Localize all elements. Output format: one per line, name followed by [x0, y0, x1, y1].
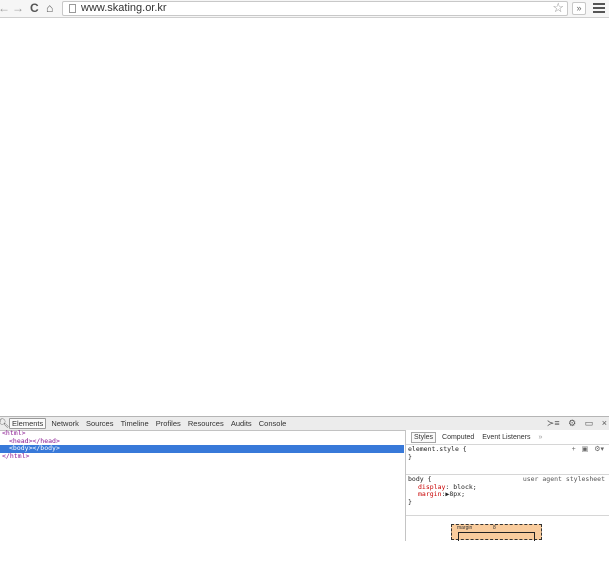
- element-state-icon[interactable]: ▣: [582, 446, 589, 453]
- devtools-toolbar-icons: ≻≡ ⚙ ▭ ×: [541, 417, 607, 430]
- tab-elements[interactable]: Elements: [9, 418, 47, 429]
- address-bar[interactable]: www.skating.or.kr ☆: [62, 1, 568, 16]
- tab-event-listeners[interactable]: Event Listeners: [480, 430, 532, 445]
- hamburger-menu-icon[interactable]: [593, 3, 605, 15]
- star-icon[interactable]: ☆: [552, 1, 564, 15]
- devtools-tabs: Elements Network Sources Timeline Profil…: [9, 417, 289, 430]
- element-style-rule: element.style { } + ▣ ⚙▾: [406, 445, 609, 475]
- close-icon[interactable]: ×: [602, 418, 607, 428]
- box-model-border: [458, 532, 535, 541]
- tab-styles[interactable]: Styles: [411, 432, 437, 443]
- home-icon[interactable]: ⌂: [46, 1, 53, 15]
- drawer-toggle-icon[interactable]: ≻≡: [547, 418, 560, 428]
- tab-audits[interactable]: Audits: [229, 417, 254, 430]
- tab-sources[interactable]: Sources: [84, 417, 116, 430]
- reload-icon[interactable]: C: [30, 1, 39, 15]
- extensions-icon[interactable]: »: [572, 2, 586, 15]
- forward-arrow-icon[interactable]: →: [12, 1, 24, 15]
- box-model-margin-label: margin: [457, 525, 473, 531]
- page-icon: [69, 4, 76, 13]
- box-model-margin-value[interactable]: 8: [493, 525, 496, 531]
- styles-tab-bar: Styles Computed Event Listeners »: [406, 430, 609, 445]
- bottom-blank: [0, 541, 609, 563]
- tab-network[interactable]: Network: [49, 417, 81, 430]
- tab-resources[interactable]: Resources: [186, 417, 226, 430]
- body-ua-rule: body { user agent stylesheet display: bl…: [406, 475, 609, 516]
- rule-close: }: [408, 452, 412, 461]
- tab-profiles[interactable]: Profiles: [154, 417, 183, 430]
- css-property-margin[interactable]: margin:▶8px;: [408, 490, 609, 499]
- rule-source: user agent stylesheet: [522, 475, 605, 483]
- tab-timeline[interactable]: Timeline: [119, 417, 151, 430]
- browser-toolbar: ← → C ⌂ www.skating.or.kr ☆ »: [0, 0, 609, 18]
- rule-icons: + ▣ ⚙▾: [568, 446, 604, 454]
- tab-console[interactable]: Console: [257, 417, 289, 430]
- styles-sidebar: Styles Computed Event Listeners » elemen…: [405, 430, 609, 541]
- devtools-panel: 🔍︎ Elements Network Sources Timeline Pro…: [0, 416, 609, 541]
- back-arrow-icon[interactable]: ←: [0, 1, 10, 15]
- plus-icon[interactable]: +: [572, 446, 576, 453]
- dock-icon[interactable]: ▭: [585, 418, 594, 428]
- dom-tree: <html> <head></head> <body></body> </htm…: [0, 429, 404, 541]
- rule-close: }: [408, 497, 412, 506]
- gear-icon[interactable]: ⚙: [568, 418, 576, 428]
- more-tabs-icon[interactable]: »: [536, 430, 544, 445]
- url-text[interactable]: www.skating.or.kr: [81, 2, 167, 15]
- devtools-tab-bar: 🔍︎ Elements Network Sources Timeline Pro…: [0, 416, 609, 431]
- dom-node-head[interactable]: <head></head>: [0, 437, 404, 446]
- gear-icon[interactable]: ⚙▾: [594, 446, 604, 453]
- dom-node-html-close[interactable]: </html>: [0, 452, 404, 461]
- tab-computed[interactable]: Computed: [440, 430, 476, 445]
- page-viewport: [0, 18, 609, 416]
- dom-node-body-selected[interactable]: <body></body>: [0, 444, 404, 453]
- box-model-diagram: margin 8: [451, 524, 542, 541]
- dom-node-html-open[interactable]: <html>: [0, 429, 404, 438]
